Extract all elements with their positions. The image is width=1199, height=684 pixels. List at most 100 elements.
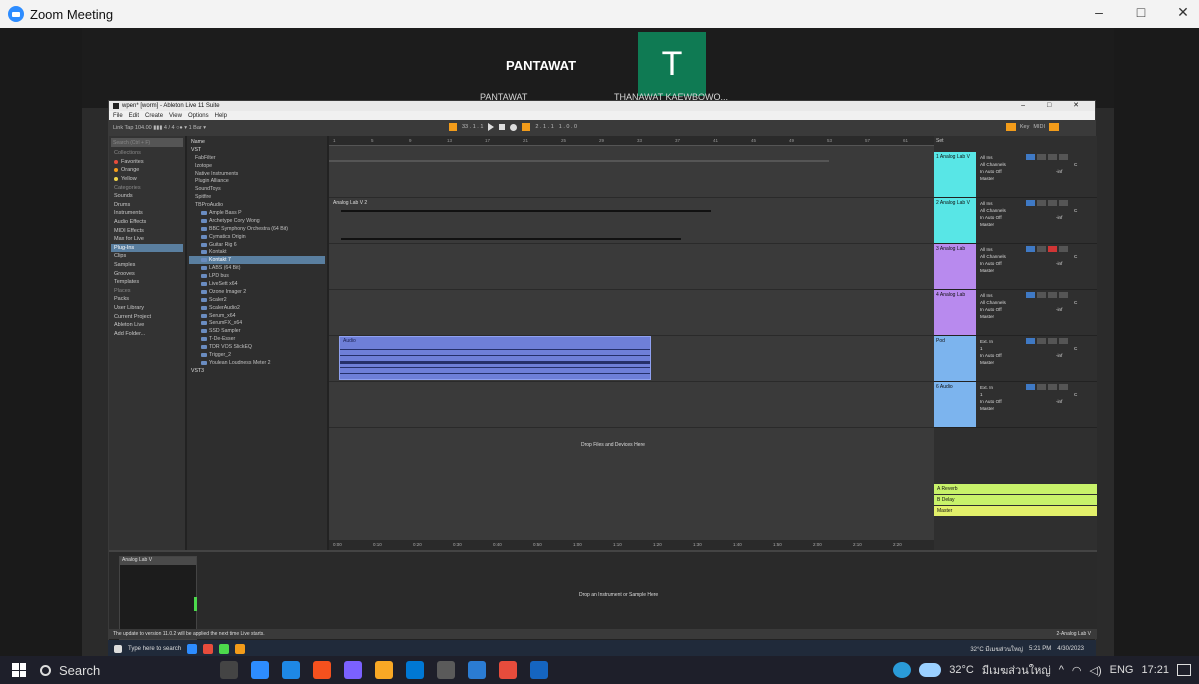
participant-name-tile[interactable]: PANTAWAT (506, 58, 576, 73)
track-io-monitor[interactable]: In Auto Off (980, 306, 1006, 313)
plugin-item[interactable]: Guitar Rig 6 (189, 241, 325, 249)
edge-icon[interactable] (282, 661, 300, 679)
menu-item-edit[interactable]: Edit (129, 113, 139, 119)
time-ruler[interactable]: 0:00 0:10 0:20 0:30 0:40 0:50 1:00 1:10 1:20 1:30… (329, 540, 934, 550)
chevron-up-icon[interactable]: ^ (1059, 664, 1064, 676)
plugin-item[interactable]: Serum_x64 (189, 312, 325, 320)
track-volume[interactable]: -inf (1056, 168, 1062, 175)
plugin-item[interactable]: LPD bus (189, 272, 325, 280)
plugin-item[interactable]: SSD Sampler (189, 327, 325, 335)
participant-avatar[interactable]: T (638, 32, 706, 96)
track-toggle[interactable] (1026, 292, 1035, 298)
track-pan[interactable]: C (1074, 253, 1077, 260)
menu-item-view[interactable]: View (169, 113, 182, 119)
track-io-output[interactable]: Master (980, 175, 1006, 182)
collection-item[interactable]: Yellow (111, 175, 183, 184)
windows-start-icon[interactable] (12, 663, 26, 677)
track-toggle[interactable] (1026, 200, 1035, 206)
plugin-item[interactable]: Ozone Imager 2 (189, 288, 325, 296)
menu-item-file[interactable]: File (113, 113, 123, 119)
track-toggle[interactable] (1059, 338, 1068, 344)
browser-subfolder[interactable]: TBProAudio (189, 201, 325, 209)
plugin-item[interactable]: SerumFX_x64 (189, 319, 325, 327)
store-icon[interactable] (406, 661, 424, 679)
category-item[interactable]: Grooves (111, 269, 183, 278)
menu-item-create[interactable]: Create (145, 113, 163, 119)
category-item[interactable]: Audio Effects (111, 218, 183, 227)
clip-name-analog-lab[interactable]: Analog Lab V 2 (333, 200, 367, 206)
category-item[interactable]: MIDI Effects (111, 226, 183, 235)
plugin-item[interactable]: Cymatics Origin (189, 233, 325, 241)
track-io-input[interactable]: All Ins (980, 200, 1006, 207)
track-toggle[interactable] (1048, 338, 1057, 344)
track-toggle[interactable] (1059, 200, 1068, 206)
category-item[interactable]: Drums (111, 201, 183, 210)
zoom-app-icon[interactable] (251, 661, 269, 679)
key-label[interactable]: Key (1020, 124, 1029, 130)
track-toggle[interactable] (1048, 246, 1057, 252)
browser-search-input[interactable]: Search (Ctrl + F) (111, 138, 183, 147)
track-name[interactable]: Pod (934, 336, 976, 381)
track-name[interactable]: 2 Analog Lab V (934, 198, 976, 243)
category-item[interactable]: Clips (111, 252, 183, 261)
track-io-output[interactable]: Master (980, 267, 1006, 274)
track-io-output[interactable]: Master (980, 221, 1006, 228)
return-track[interactable]: Master (934, 506, 1097, 516)
weather-text[interactable]: มีเมฆส่วนใหญ่ (982, 661, 1051, 679)
word-icon[interactable] (468, 661, 486, 679)
track-io-input[interactable]: Ext. In (980, 384, 1002, 391)
plugin-item[interactable]: Youlean Loudness Meter 2 (189, 359, 325, 367)
beat-ruler[interactable]: 1 5 9 13 17 21 25 29 33 37 41 45 49 53 57 61 (329, 136, 934, 146)
minimize-button[interactable]: – (1089, 4, 1109, 21)
track-toggle[interactable] (1037, 246, 1046, 252)
menu-item-help[interactable]: Help (215, 113, 227, 119)
browser-subfolder[interactable]: Plugin Alliance (189, 177, 325, 185)
track-io-output[interactable]: Master (980, 359, 1002, 366)
midi-label[interactable]: MIDI (1033, 124, 1045, 130)
track-lane-1[interactable] (329, 146, 934, 198)
overdub-icon[interactable] (522, 123, 531, 131)
track-io-monitor[interactable]: In Auto Off (980, 398, 1002, 405)
app-icon[interactable] (437, 661, 455, 679)
track-io-monitor[interactable]: In Auto Off (980, 352, 1002, 359)
track-name[interactable]: 4 Analog Lab (934, 290, 976, 335)
loop-length[interactable]: 1 . 0 . 0 (559, 124, 577, 130)
return-track[interactable]: A Reverb (934, 484, 1097, 494)
control-bar-left[interactable]: Link Tap 104.00 ▮▮▮ 4 / 4 ○● ▾ 1 Bar ▾ (113, 125, 206, 131)
track-toggle[interactable] (1048, 384, 1057, 390)
clock[interactable]: 17:21 (1141, 664, 1169, 676)
track-volume[interactable]: -inf (1056, 352, 1062, 359)
track-io-channel[interactable]: All Channels (980, 161, 1006, 168)
track-io-channel[interactable]: All Channels (980, 253, 1006, 260)
chrome-icon[interactable] (499, 661, 517, 679)
browser-root-folder[interactable]: VST (189, 146, 325, 154)
taskbar-search[interactable]: Search (40, 658, 240, 682)
track-io-channel[interactable]: All Channels (980, 207, 1006, 214)
follow-icon[interactable] (449, 123, 457, 131)
arrangement-drop-zone[interactable]: Drop Files and Devices Here (581, 442, 645, 448)
track-io-input[interactable]: All Ins (980, 154, 1006, 161)
detail-drop-zone[interactable]: Drop an Instrument or Sample Here (579, 592, 658, 598)
return-track[interactable]: B Delay (934, 495, 1097, 505)
track-lane-6[interactable] (329, 382, 934, 428)
plugin-item[interactable]: ScalerAudio2 (189, 304, 325, 312)
track-volume[interactable]: -inf (1056, 214, 1062, 221)
track-toggle[interactable] (1037, 200, 1046, 206)
track-io-input[interactable]: Ext. In (980, 338, 1002, 345)
track-toggle[interactable] (1048, 200, 1057, 206)
arrangement-position[interactable]: 33 . 1 . 1 (462, 124, 483, 130)
plugin-item[interactable]: Ample Bass P (189, 209, 325, 217)
track-toggle[interactable] (1026, 246, 1035, 252)
track-toggle[interactable] (1026, 338, 1035, 344)
plugin-item[interactable]: Kontakt (189, 248, 325, 256)
notification-icon[interactable] (1177, 664, 1191, 676)
plugin-item[interactable]: TDR VOS SlickEQ (189, 343, 325, 351)
track-pan[interactable]: C (1074, 207, 1077, 214)
track-toggle[interactable] (1026, 154, 1035, 160)
category-item[interactable]: Samples (111, 261, 183, 270)
copilot-icon[interactable] (893, 662, 912, 678)
category-item[interactable]: Max for Live (111, 235, 183, 244)
track-io-input[interactable]: All Ins (980, 246, 1006, 253)
volume-icon[interactable]: ◁) (1090, 664, 1102, 677)
plugin-item[interactable]: Trigger_2 (189, 351, 325, 359)
